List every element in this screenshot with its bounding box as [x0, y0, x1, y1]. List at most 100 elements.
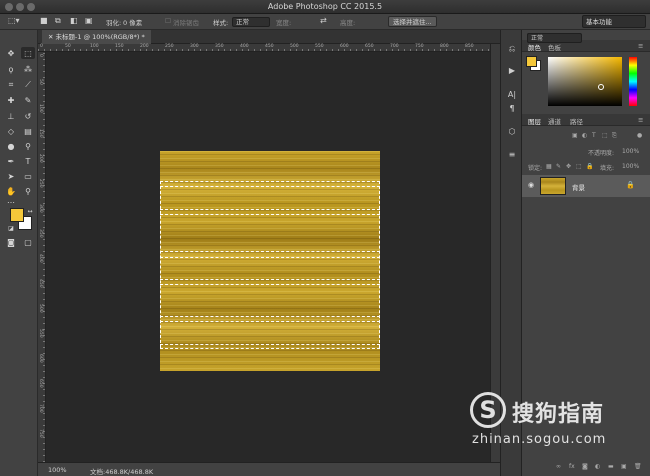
ruler-tick-label: 800: [440, 44, 449, 49]
color-field[interactable]: [548, 57, 622, 106]
ruler-tick-label: 300: [190, 44, 199, 49]
workspace-switcher[interactable]: 基本功能: [582, 15, 646, 28]
eye-icon[interactable]: ◉: [528, 181, 534, 189]
layer-filter-type-icon[interactable]: T: [592, 132, 596, 139]
style-label: 样式:: [213, 19, 229, 27]
path-selection-tool-icon[interactable]: ➤: [4, 170, 18, 182]
new-layer-icon[interactable]: ▣: [621, 463, 627, 470]
feather-label: 羽化:: [106, 19, 122, 27]
ruler-tick-label: 250: [38, 179, 43, 188]
lock-image-icon[interactable]: ✎: [556, 163, 561, 170]
adjustment-layer-icon[interactable]: ◐: [595, 463, 600, 470]
selection-marquee: [160, 214, 380, 215]
type-tool-icon[interactable]: T: [21, 155, 35, 167]
default-colors-icon[interactable]: ◪: [4, 222, 18, 234]
ruler-tick-label: 750: [38, 429, 43, 438]
rectangle-tool-icon[interactable]: ▭: [21, 170, 35, 182]
opacity-input[interactable]: 100%: [622, 148, 639, 155]
new-group-icon[interactable]: ▬: [608, 463, 614, 470]
layer-filter-smart-icon[interactable]: ⎘: [612, 132, 617, 140]
tab-layers[interactable]: 图层: [528, 116, 541, 126]
link-layers-icon[interactable]: ∞: [556, 463, 561, 470]
blur-tool-icon[interactable]: ●: [4, 140, 18, 152]
panel-menu-icon[interactable]: ≡: [638, 42, 643, 50]
layer-filter-shape-icon[interactable]: ⬚: [602, 132, 608, 139]
panel-menu-icon[interactable]: ≡: [638, 116, 643, 124]
selection-marquee: [160, 321, 380, 322]
ruler-tick-label: 250: [165, 44, 174, 49]
crop-tool-icon[interactable]: ⌗: [4, 79, 18, 91]
lasso-tool-icon[interactable]: ϙ: [4, 63, 18, 75]
clone-stamp-tool-icon[interactable]: ⊥: [4, 110, 18, 122]
document-tab[interactable]: ✕ 未标题-1 @ 100%(RGB/8*) *: [42, 30, 151, 44]
width-label: 宽度:: [276, 19, 292, 27]
add-mask-icon[interactable]: ◙: [582, 463, 588, 470]
hue-slider[interactable]: [629, 57, 637, 106]
layer-row-background[interactable]: ◉ 背景 🔒: [522, 175, 650, 197]
layer-style-icon[interactable]: fx: [569, 463, 575, 470]
color-panel-foreground-swatch[interactable]: [526, 56, 537, 67]
ruler-tick-label: 700: [390, 44, 399, 49]
swap-colors-icon[interactable]: ↔: [23, 205, 37, 217]
close-tab-icon[interactable]: ✕: [48, 33, 56, 41]
style-select[interactable]: 正常: [232, 17, 270, 27]
foreground-color-front: [10, 208, 24, 222]
screen-mode-icon[interactable]: ▢: [21, 236, 35, 248]
tab-channels[interactable]: 通道: [548, 116, 561, 126]
filter-toggle-icon[interactable]: ●: [637, 132, 642, 139]
layer-filter-pixel-icon[interactable]: ▣: [572, 132, 578, 139]
ruler-tick-label: 450: [265, 44, 274, 49]
swap-dimensions-icon[interactable]: ⇄: [320, 16, 327, 25]
3d-panel-icon[interactable]: ⬡: [505, 127, 519, 139]
eyedropper-tool-icon[interactable]: ⟋: [21, 79, 35, 91]
history-brush-tool-icon[interactable]: ↺: [21, 110, 35, 122]
document-canvas[interactable]: [160, 151, 380, 371]
lock-transparent-icon[interactable]: ▦: [546, 163, 552, 170]
quick-mask-icon[interactable]: ◙: [4, 236, 18, 248]
subtract-selection-icon[interactable]: ◧: [70, 16, 78, 25]
magic-wand-tool-icon[interactable]: ⁂: [21, 63, 35, 75]
ruler-tick-label: 50: [38, 79, 43, 85]
brush-tool-icon[interactable]: ✎: [21, 94, 35, 106]
ruler-tick-label: 850: [465, 44, 474, 49]
zoom-tool-icon[interactable]: ⚲: [21, 185, 35, 197]
healing-brush-tool-icon[interactable]: ✚: [4, 94, 18, 106]
intersect-selection-icon[interactable]: ▣: [85, 16, 93, 25]
eraser-tool-icon[interactable]: ◇: [4, 125, 18, 137]
tab-swatches[interactable]: 色板: [548, 42, 561, 52]
move-tool-icon[interactable]: ✥: [4, 47, 18, 59]
select-and-mask-button[interactable]: 选择并遮住...: [388, 16, 437, 27]
ruler-tick-label: 200: [140, 44, 149, 49]
feather-input[interactable]: 0 像素: [123, 17, 142, 27]
rect-marquee-tool-icon[interactable]: ⬚: [21, 47, 35, 59]
tab-paths[interactable]: 路径: [570, 116, 583, 126]
history-panel-icon[interactable]: ⎌: [505, 44, 519, 56]
more-tools-icon[interactable]: …: [4, 194, 18, 206]
pen-tool-icon[interactable]: ✒: [4, 155, 18, 167]
blend-mode-select[interactable]: 正常: [527, 33, 582, 43]
lock-position-icon[interactable]: ✥: [566, 163, 571, 170]
lock-artboard-icon[interactable]: ⬚: [576, 163, 582, 170]
ruler-tick-label: 650: [38, 379, 43, 388]
layer-name[interactable]: 背景: [572, 182, 585, 192]
add-selection-icon[interactable]: ⧉: [55, 16, 61, 26]
gradient-tool-icon[interactable]: ▤: [21, 125, 35, 137]
antialias-checkbox[interactable]: ☐: [165, 17, 171, 25]
height-label: 高度:: [340, 19, 356, 27]
paragraph-panel-icon[interactable]: ¶: [505, 104, 519, 116]
layer-filter-adjustment-icon[interactable]: ◐: [582, 132, 587, 139]
status-bar: 100% 文档:468.8K/468.8K: [38, 462, 500, 476]
ruler-tick-label: 500: [38, 304, 43, 313]
tab-color[interactable]: 颜色: [528, 42, 541, 52]
marquee-preset-icon[interactable]: ⬚▾: [8, 16, 20, 25]
properties-panel-icon[interactable]: ≡: [505, 150, 519, 162]
zoom-level[interactable]: 100%: [48, 466, 67, 474]
character-panel-icon[interactable]: A|: [505, 90, 519, 102]
color-picker-cursor[interactable]: [598, 84, 604, 90]
dodge-tool-icon[interactable]: ⚲: [21, 140, 35, 152]
trash-icon[interactable]: 🗑: [634, 463, 642, 470]
lock-all-icon[interactable]: 🔒: [586, 163, 593, 170]
fill-input[interactable]: 100%: [622, 163, 639, 170]
new-selection-icon[interactable]: ■: [40, 16, 48, 25]
actions-panel-icon[interactable]: ▶: [505, 66, 519, 78]
